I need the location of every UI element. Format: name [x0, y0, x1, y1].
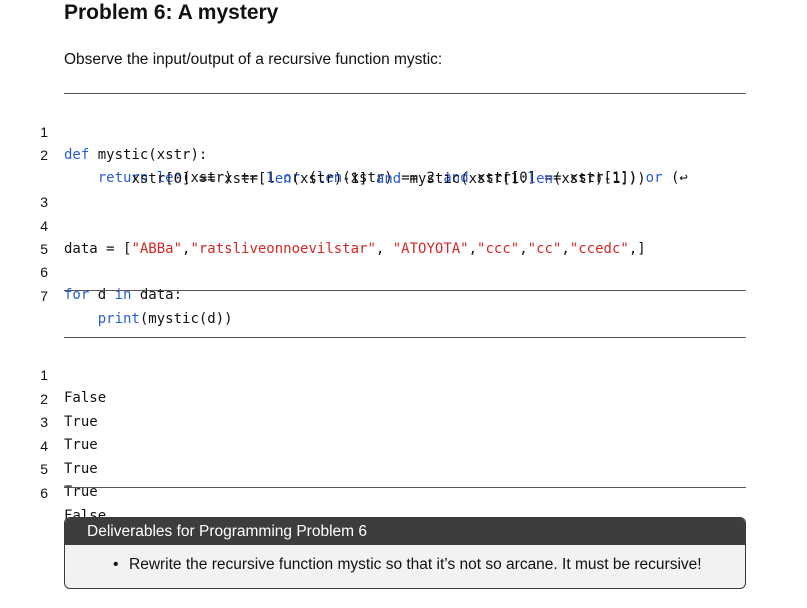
output-line: 2 True	[0, 365, 807, 430]
code-line-continuation: xstr[0] == xstr[len(xstr)-1] and mystic(…	[0, 145, 807, 187]
code-text: for d in data:	[64, 284, 182, 307]
output-line: 4 True	[0, 412, 807, 477]
output-line: 3 True	[0, 388, 807, 453]
code-text: print(mystic(d))	[64, 308, 233, 331]
code-bottom-rule	[64, 290, 746, 291]
output-line: 5 True	[0, 435, 807, 500]
code-line: 4 data = ["ABBa","ratsliveonnoevilstar",…	[0, 192, 807, 257]
output-top-rule	[64, 337, 746, 338]
output-bottom-rule	[64, 487, 746, 488]
page-title: Problem 6: A mystery	[64, 1, 279, 24]
code-line: 3	[0, 168, 807, 210]
line-number: 7	[40, 288, 48, 304]
bullet-icon: •	[113, 556, 119, 573]
line-number: 6	[40, 485, 48, 501]
code-line: 1 def mystic(xstr):	[0, 98, 807, 163]
output-text: True	[64, 484, 98, 500]
code-top-rule	[64, 93, 746, 94]
code-token: (mystic(d))	[139, 311, 233, 327]
deliverable-item: Rewrite the recursive function mystic so…	[129, 556, 702, 573]
deliverables-box: Deliverables for Programming Problem 6 •…	[64, 517, 746, 589]
code-line: 5	[0, 215, 807, 257]
code-line: 6 for d in data:	[0, 238, 807, 303]
output-line: 6 False	[0, 459, 807, 524]
code-line: 2 return len(xstr) == 1 or (len(xstr) ==…	[0, 121, 807, 186]
keyword: print	[97, 311, 140, 327]
deliverables-body: • Rewrite the recursive function mystic …	[65, 545, 745, 575]
deliverables-heading: Deliverables for Programming Problem 6	[65, 518, 745, 545]
code-line: 7 print(mystic(d))	[0, 262, 807, 327]
intro-text: Observe the input/output of a recursive …	[64, 51, 443, 68]
output-line: 1 False	[0, 341, 807, 406]
